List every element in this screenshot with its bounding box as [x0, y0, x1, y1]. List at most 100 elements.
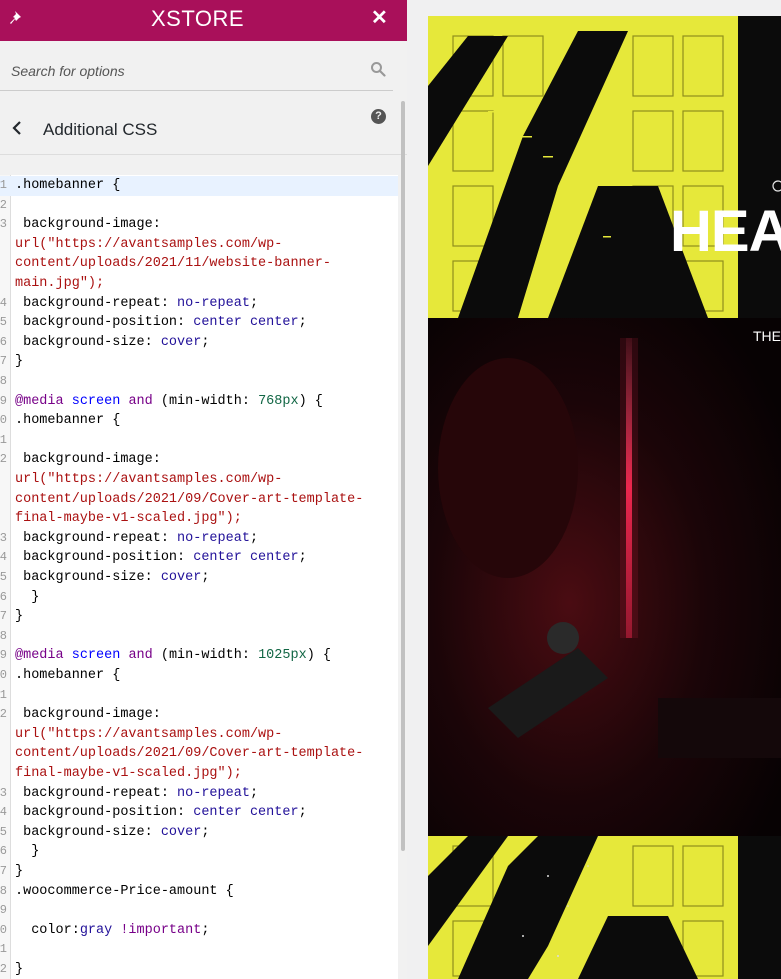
code-text: background-repeat: no-repeat;: [15, 530, 259, 546]
code-line[interactable]: 9 @media screen and (min-width: 1025px) {: [0, 646, 398, 666]
code-line[interactable]: 6 }: [0, 588, 398, 608]
code-line[interactable]: 4 background-position: center center;: [0, 548, 398, 568]
code-text: background-position: center center;: [15, 805, 307, 821]
code-line[interactable]: 8: [0, 372, 398, 392]
code-line[interactable]: 9: [0, 901, 398, 921]
code-line[interactable]: content/uploads/2021/11/website-banner-: [0, 254, 398, 274]
code-text: color:gray !important;: [15, 922, 210, 938]
line-number: 7: [0, 354, 7, 369]
code-line[interactable]: 6 }: [0, 842, 398, 862]
line-number: 9: [0, 648, 7, 663]
code-line[interactable]: 2 background-image:: [0, 705, 398, 725]
line-number: 1: [0, 942, 7, 957]
chevron-left-icon[interactable]: [10, 120, 24, 136]
code-line[interactable]: content/uploads/2021/09/Cover-art-templa…: [0, 490, 398, 510]
line-number: 3: [0, 530, 7, 545]
customizer-panel: XSTORE ✕ Additional CSS ? 1 .homebanner {…: [0, 0, 407, 979]
line-number: 2: [0, 452, 7, 467]
line-number: 0: [0, 413, 7, 428]
code-line[interactable]: 1: [0, 431, 398, 451]
code-line[interactable]: 3 background-image:: [0, 215, 398, 235]
code-line[interactable]: 8 .woocommerce-Price-amount {: [0, 882, 398, 902]
code-text: }: [15, 962, 24, 977]
line-number: 8: [0, 628, 7, 643]
section-header: Additional CSS: [0, 101, 407, 155]
code-line[interactable]: 7}: [0, 352, 398, 372]
code-text: content/uploads/2021/09/Cover-art-templa…: [15, 746, 364, 762]
line-number: 4: [0, 805, 7, 820]
code-text: url("https://avantsamples.com/wp-: [15, 472, 283, 487]
code-line[interactable]: 4 background-repeat: no-repeat;: [0, 294, 398, 314]
code-line[interactable]: 3 background-repeat: no-repeat;: [0, 529, 398, 549]
code-line[interactable]: 7}: [0, 607, 398, 627]
code-line[interactable]: url("https://avantsamples.com/wp-: [0, 470, 398, 490]
code-line[interactable]: 7}: [0, 862, 398, 882]
code-line[interactable]: 0 color:gray !important;: [0, 921, 398, 941]
line-number: 3: [0, 217, 7, 232]
code-text: @media screen and (min-width: 768px) {: [15, 393, 323, 409]
code-line[interactable]: final-maybe-v1-scaled.jpg");: [0, 509, 398, 529]
code-line[interactable]: 5 background-size: cover;: [0, 568, 398, 588]
code-line[interactable]: main.jpg");: [0, 274, 398, 294]
search-input[interactable]: [0, 51, 393, 91]
code-text: background-size: cover;: [15, 334, 210, 350]
code-text: background-image:: [15, 452, 161, 468]
code-line[interactable]: 4 background-position: center center;: [0, 803, 398, 823]
code-line[interactable]: 5 background-position: center center;: [0, 313, 398, 333]
code-text: background-image:: [15, 707, 161, 723]
pin-icon[interactable]: [8, 9, 26, 27]
section-title: Additional CSS: [43, 120, 158, 139]
code-line[interactable]: 2: [0, 196, 398, 216]
code-text: url("https://avantsamples.com/wp-: [15, 236, 283, 252]
code-line[interactable]: 8: [0, 627, 398, 647]
code-line[interactable]: 2}: [0, 960, 398, 979]
code-line[interactable]: content/uploads/2021/09/Cover-art-templa…: [0, 744, 398, 764]
code-text: background-position: center center;: [15, 550, 307, 566]
code-text: .homebanner {: [15, 178, 121, 193]
close-icon[interactable]: ✕: [371, 8, 388, 28]
line-number: 5: [0, 824, 7, 839]
code-text: final-maybe-v1-scaled.jpg");: [15, 766, 242, 781]
panel-scrollbar[interactable]: [401, 101, 405, 851]
code-line[interactable]: 0 .homebanner {: [0, 666, 398, 686]
line-number: 2: [0, 197, 7, 212]
line-number: 4: [0, 550, 7, 565]
code-line[interactable]: 6 background-size: cover;: [0, 333, 398, 353]
code-text: }: [15, 864, 24, 879]
code-line[interactable]: 9 @media screen and (min-width: 768px) {: [0, 392, 398, 412]
line-number: 7: [0, 864, 7, 878]
code-text: .woocommerce-Price-amount {: [15, 883, 234, 899]
code-text: }: [15, 354, 24, 370]
code-line[interactable]: 3 background-repeat: no-repeat;: [0, 784, 398, 804]
code-line[interactable]: 1: [0, 686, 398, 706]
hero-heading: HEAV: [670, 199, 781, 264]
code-line[interactable]: 1: [0, 940, 398, 960]
line-number: 1: [0, 432, 7, 447]
hero-subtext: THE: [753, 328, 781, 344]
code-text: main.jpg");: [15, 276, 105, 291]
code-text: background-repeat: no-repeat;: [15, 295, 259, 311]
search-icon[interactable]: [370, 61, 386, 77]
code-text: content/uploads/2021/11/website-banner-: [15, 256, 331, 272]
code-line[interactable]: url("https://avantsamples.com/wp-: [0, 725, 398, 745]
site-preview[interactable]: HEAV THE: [428, 16, 781, 979]
css-code-editor[interactable]: 1 .homebanner {2 3 background-image: url("h…: [0, 175, 398, 979]
code-line[interactable]: 5 background-size: cover;: [0, 823, 398, 843]
code-text: content/uploads/2021/09/Cover-art-templa…: [15, 491, 364, 507]
xstore-logo: XSTORE: [151, 6, 245, 31]
code-line[interactable]: 2 background-image:: [0, 450, 398, 470]
question-mark-icon[interactable]: ?: [371, 109, 386, 124]
line-number: 6: [0, 334, 7, 349]
code-line[interactable]: final-maybe-v1-scaled.jpg");: [0, 764, 398, 784]
line-number: 2: [0, 962, 7, 976]
code-text: }: [15, 589, 40, 605]
line-number: 0: [0, 922, 7, 937]
code-line[interactable]: 1 .homebanner {: [0, 176, 398, 196]
banner-top-image: [428, 16, 781, 318]
code-line[interactable]: 0 .homebanner {: [0, 411, 398, 431]
code-line[interactable]: url("https://avantsamples.com/wp-: [0, 235, 398, 255]
line-number: 1: [0, 178, 7, 192]
code-text: final-maybe-v1-scaled.jpg");: [15, 511, 242, 527]
line-number: 2: [0, 707, 7, 722]
code-text: background-size: cover;: [15, 824, 210, 840]
